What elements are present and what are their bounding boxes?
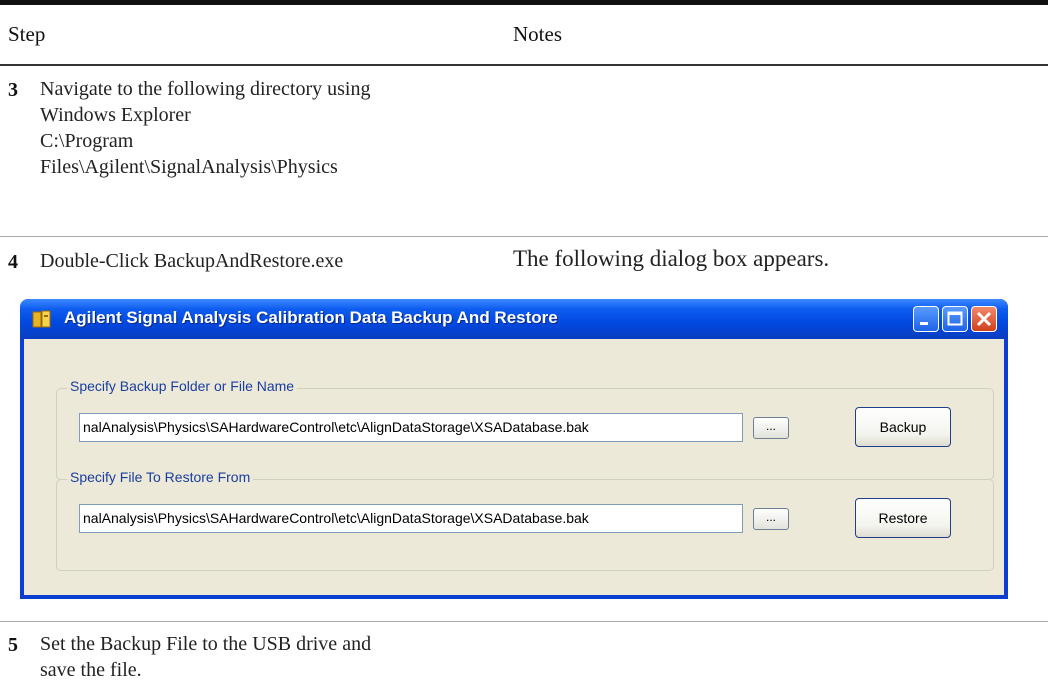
notes-column-header: Notes — [513, 22, 562, 46]
restore-group: Specify File To Restore From nalAnalysis… — [56, 469, 994, 571]
close-icon[interactable] — [971, 306, 997, 332]
dialog-title-bar[interactable]: Agilent Signal Analysis Calibration Data… — [20, 299, 1008, 339]
restore-browse-button[interactable]: ... — [753, 508, 789, 530]
dialog-client-area: Specify Backup Folder or File Name nalAn… — [24, 339, 1004, 595]
step-3-line-2: Windows Explorer — [40, 104, 191, 126]
step-5-line-2: save the file. — [40, 659, 142, 681]
step-4-divider — [0, 621, 1048, 622]
restore-button[interactable]: Restore — [855, 498, 951, 538]
step-3-number: 3 — [8, 79, 18, 101]
step-3-text: Navigate to the following directory usin… — [40, 76, 370, 180]
step-5-number: 5 — [8, 634, 18, 656]
restore-group-label: Specify File To Restore From — [67, 469, 254, 485]
step-column-header: Step — [8, 22, 46, 46]
step-4-text: Double-Click BackupAndRestore.exe — [40, 248, 343, 274]
dialog-title: Agilent Signal Analysis Calibration Data… — [64, 308, 558, 327]
minimize-icon[interactable] — [913, 306, 939, 332]
restore-path-field[interactable]: nalAnalysis\Physics\SAHardwareControl\et… — [79, 504, 743, 533]
maximize-icon[interactable] — [942, 306, 968, 332]
backup-button[interactable]: Backup — [855, 407, 951, 447]
backup-group-label: Specify Backup Folder or File Name — [67, 378, 298, 394]
step-3-line-4: Files\Agilent\SignalAnalysis\Physics — [40, 156, 338, 178]
app-icon — [32, 310, 51, 328]
backup-browse-button[interactable]: ... — [753, 417, 789, 439]
step-4-note: The following dialog box appears. — [513, 246, 830, 271]
step-5-line-1: Set the Backup File to the USB drive and — [40, 633, 372, 655]
backup-group: Specify Backup Folder or File Name nalAn… — [56, 378, 994, 480]
top-rule — [0, 0, 1048, 5]
header-divider — [0, 64, 1048, 66]
step-3-divider — [0, 236, 1048, 237]
step-4-line-1: Double-Click BackupAndRestore.exe — [40, 250, 344, 272]
step-5-text: Set the Backup File to the USB drive and… — [40, 631, 371, 683]
backup-path-field[interactable]: nalAnalysis\Physics\SAHardwareControl\et… — [79, 413, 743, 442]
step-4-number: 4 — [8, 251, 18, 273]
backup-restore-dialog: Agilent Signal Analysis Calibration Data… — [20, 299, 1008, 599]
step-3-line-1: Navigate to the following directory usin… — [40, 78, 371, 100]
step-3-line-3: C:\Program — [40, 130, 134, 152]
